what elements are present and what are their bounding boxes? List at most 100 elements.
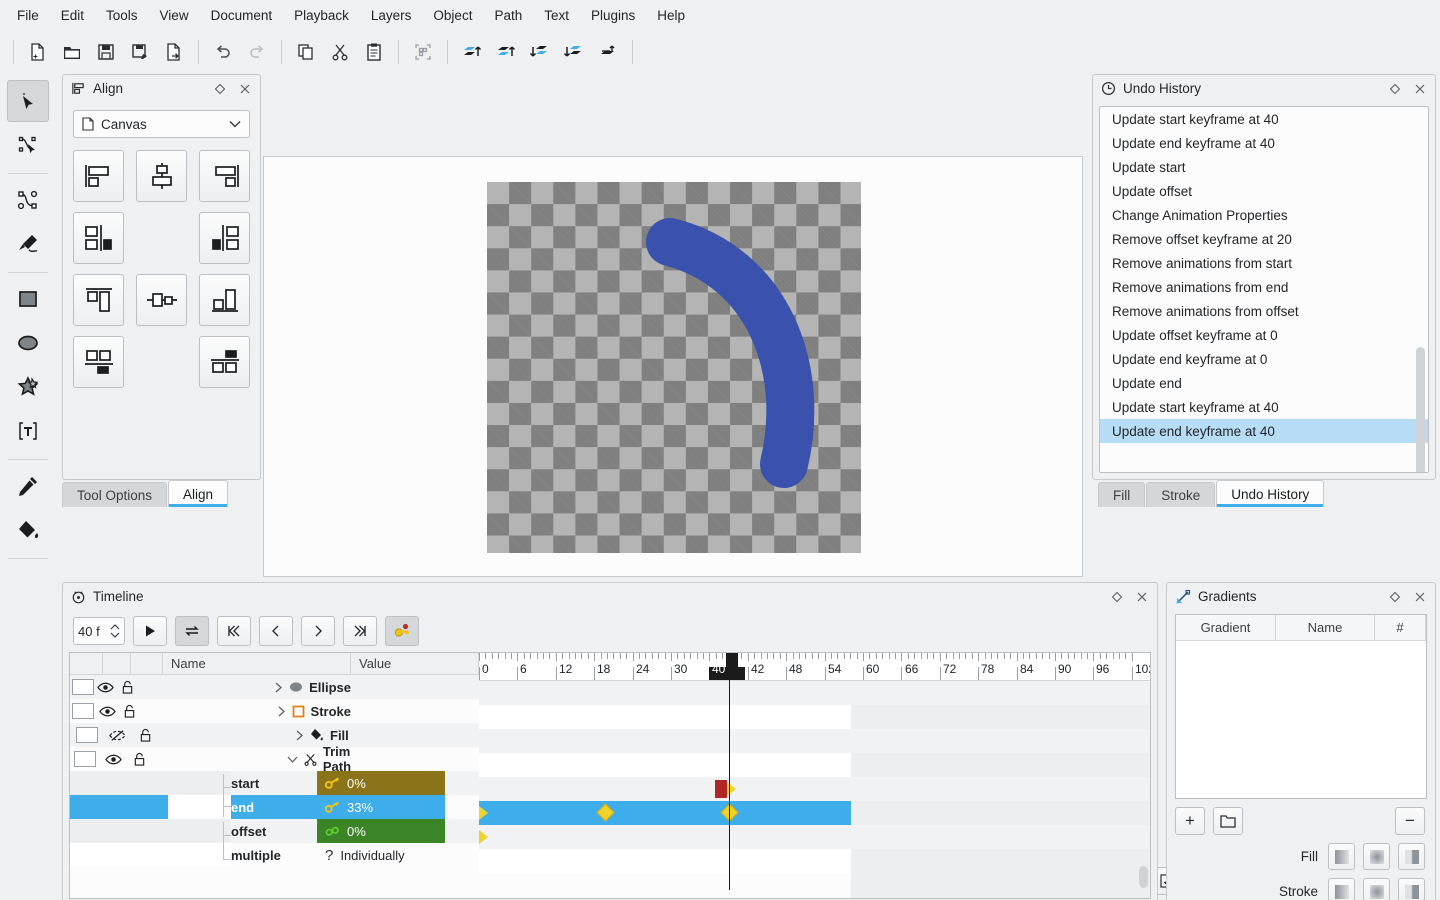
align-top-to-bottom-edge-button[interactable] <box>73 336 124 388</box>
row-checkbox[interactable] <box>71 679 94 695</box>
undo-item[interactable]: Update offset keyframe at 0 <box>1100 323 1428 347</box>
paste-icon[interactable] <box>357 36 391 68</box>
expand-arrow-icon[interactable] <box>277 706 286 717</box>
close-icon[interactable] <box>236 80 254 98</box>
menu-item-file[interactable]: File <box>6 4 50 27</box>
cut-icon[interactable] <box>323 36 357 68</box>
timeline-keyframe-area[interactable]: 0 6 12 18 24 30 40 42 48 54 60 66 72 78 … <box>479 653 1150 898</box>
keyframe-row-fill[interactable] <box>479 729 1150 753</box>
undo-item[interactable]: Update end keyframe at 0 <box>1100 347 1428 371</box>
move-to-layer-icon[interactable] <box>591 36 625 68</box>
undo-item[interactable]: Update end <box>1100 371 1428 395</box>
open-folder-icon[interactable] <box>55 36 89 68</box>
fill-conic-gradient-button[interactable] <box>1398 843 1425 870</box>
table-row[interactable]: start 0% <box>70 771 479 798</box>
color-picker-tool[interactable] <box>7 465 49 507</box>
redo-icon[interactable] <box>240 36 274 68</box>
keyframe-row-start[interactable] <box>479 777 1150 801</box>
visibility-off-icon[interactable] <box>103 729 131 742</box>
tab-align[interactable]: Align <box>168 480 229 507</box>
save-icon[interactable] <box>89 36 123 68</box>
row-checkbox[interactable] <box>75 727 98 743</box>
align-right-to-left-edge-button[interactable] <box>199 212 250 264</box>
align-relative-to-select[interactable]: Canvas <box>73 110 250 138</box>
menu-item-tools[interactable]: Tools <box>95 4 149 27</box>
align-vertical-center-button[interactable] <box>136 274 187 326</box>
float-panel-icon[interactable] <box>1386 588 1404 606</box>
lock-icon[interactable] <box>131 728 159 743</box>
table-row[interactable]: Ellipse <box>70 675 479 699</box>
align-bottom-to-top-edge-button[interactable] <box>199 336 250 388</box>
keyframe-offset-0[interactable] <box>479 830 488 844</box>
fill-bucket-tool[interactable] <box>7 509 49 551</box>
tab-undo-history[interactable]: Undo History <box>1216 480 1325 507</box>
bezier-tool[interactable] <box>7 179 49 221</box>
row-checkbox[interactable] <box>72 703 95 719</box>
add-gradient-button[interactable]: + <box>1175 807 1205 835</box>
undo-item[interactable]: Remove animations from end <box>1100 275 1428 299</box>
undo-item[interactable]: Remove offset keyframe at 20 <box>1100 227 1428 251</box>
align-left-edges-button[interactable] <box>73 150 124 202</box>
align-right-edges-button[interactable] <box>199 150 250 202</box>
undo-item[interactable]: Update start <box>1100 155 1428 179</box>
undo-item[interactable]: Remove animations from offset <box>1100 299 1428 323</box>
undo-icon[interactable] <box>206 36 240 68</box>
undo-item[interactable]: Remove animations from start <box>1100 251 1428 275</box>
playhead-handle[interactable] <box>726 653 738 667</box>
select-tool[interactable] <box>7 80 49 122</box>
table-row[interactable]: Trim Path <box>70 744 479 774</box>
current-frame-input[interactable]: 40 f <box>73 617 125 645</box>
undo-list-scrollbar[interactable] <box>1416 347 1425 472</box>
stroke-conic-gradient-button[interactable] <box>1398 878 1425 900</box>
lock-icon[interactable] <box>117 680 138 695</box>
expand-arrow-icon[interactable] <box>274 682 283 693</box>
menu-item-layers[interactable]: Layers <box>360 4 423 27</box>
rectangle-tool[interactable] <box>7 278 49 320</box>
float-panel-icon[interactable] <box>211 80 229 98</box>
table-row-selected[interactable]: end 33% <box>70 793 479 819</box>
ellipse-tool[interactable] <box>7 322 49 364</box>
save-as-icon[interactable] <box>123 36 157 68</box>
go-to-end-button[interactable] <box>343 616 377 646</box>
text-tool[interactable] <box>7 410 49 452</box>
keyframe-row-stroke[interactable] <box>479 705 851 729</box>
star-tool[interactable] <box>7 366 49 408</box>
node-edit-tool[interactable] <box>7 124 49 166</box>
table-row[interactable]: offset 0% <box>70 819 479 846</box>
fill-linear-gradient-button[interactable] <box>1328 843 1355 870</box>
visibility-icon[interactable] <box>101 753 127 766</box>
lower-to-bottom-icon[interactable] <box>557 36 591 68</box>
canvas-area[interactable] <box>263 156 1083 577</box>
previous-frame-button[interactable] <box>259 616 293 646</box>
float-panel-icon[interactable] <box>1386 80 1404 98</box>
play-button[interactable] <box>133 616 167 646</box>
raise-to-top-icon[interactable] <box>455 36 489 68</box>
new-document-icon[interactable] <box>21 36 55 68</box>
tab-tool-options[interactable]: Tool Options <box>62 482 168 507</box>
visibility-icon[interactable] <box>95 681 116 694</box>
loop-button[interactable] <box>175 616 209 646</box>
align-left-to-right-edge-button[interactable] <box>73 212 124 264</box>
close-icon[interactable] <box>1411 80 1429 98</box>
collapse-arrow-icon[interactable] <box>287 755 298 764</box>
spinner-arrows-icon[interactable] <box>110 623 120 639</box>
menu-item-view[interactable]: View <box>149 4 200 27</box>
menu-item-playback[interactable]: Playback <box>283 4 360 27</box>
lower-icon[interactable] <box>523 36 557 68</box>
remove-gradient-button[interactable]: − <box>1395 807 1425 835</box>
row-checkbox[interactable] <box>74 751 97 767</box>
keyframe-row-end[interactable] <box>479 801 851 825</box>
menu-item-help[interactable]: Help <box>646 4 696 27</box>
copy-icon[interactable] <box>289 36 323 68</box>
undo-item[interactable]: Update start keyframe at 40 <box>1100 395 1428 419</box>
close-icon[interactable] <box>1133 588 1151 606</box>
keyframe-row-offset[interactable] <box>479 825 1150 849</box>
stroke-radial-gradient-button[interactable] <box>1363 878 1390 900</box>
fill-radial-gradient-button[interactable] <box>1363 843 1390 870</box>
keyframe-row-multiple[interactable] <box>479 849 851 873</box>
raise-icon[interactable] <box>489 36 523 68</box>
gradients-table[interactable]: Gradient Name # <box>1175 614 1427 799</box>
keyframe-row-ellipse[interactable] <box>479 681 1150 705</box>
menu-item-edit[interactable]: Edit <box>50 4 95 27</box>
align-top-edges-button[interactable] <box>73 274 124 326</box>
